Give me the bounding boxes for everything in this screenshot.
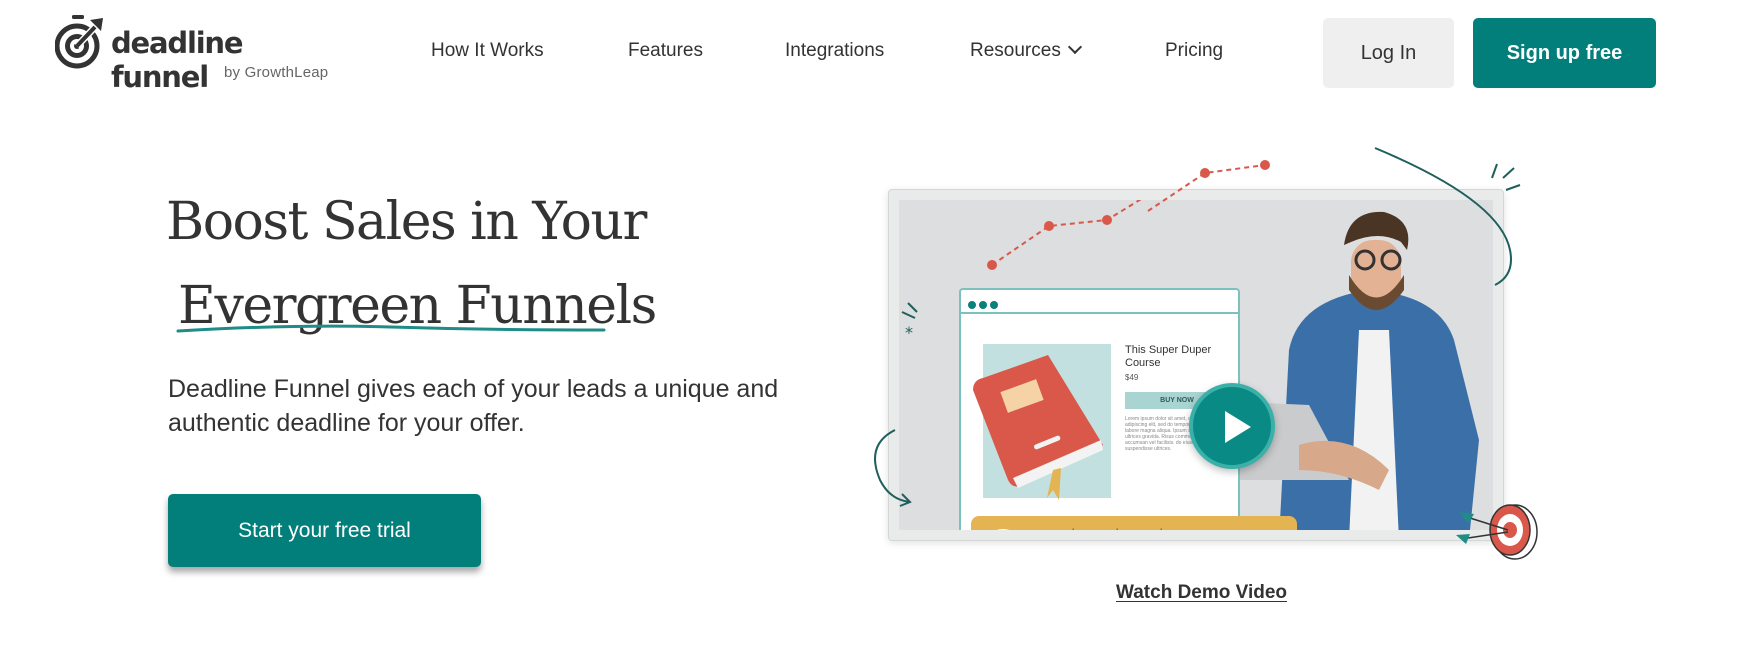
play-icon bbox=[1225, 411, 1251, 443]
countdown-days-value: 03 bbox=[1031, 528, 1063, 530]
countdown-hours-value: 10 bbox=[1077, 528, 1107, 530]
nav-pricing[interactable]: Pricing bbox=[1165, 40, 1223, 62]
start-trial-button[interactable]: Start your free trial bbox=[168, 494, 481, 567]
window-dot bbox=[990, 301, 998, 309]
nav-resources[interactable]: Resources bbox=[970, 39, 1082, 62]
chart-point bbox=[987, 260, 997, 270]
countdown-separator bbox=[1065, 528, 1074, 530]
hero-title-line1: Boost Sales in Your bbox=[166, 192, 647, 252]
logo-wordmark: deadline funnel bbox=[111, 26, 244, 94]
avatar bbox=[984, 529, 1022, 530]
chevron-down-icon bbox=[1067, 39, 1082, 55]
site-header: deadline funnel by GrowthLeap How It Wor… bbox=[0, 0, 1742, 100]
demo-video-illustration[interactable]: This Super Duper Course $49 BUY NOW Lore… bbox=[860, 140, 1560, 570]
countdown-bar: 03 days 10 hrs 32 min 54 sec TRY bbox=[971, 516, 1297, 530]
hero-description: Deadline Funnel gives each of your leads… bbox=[168, 375, 779, 437]
countdown-minutes: 32 min bbox=[1121, 528, 1151, 530]
course-title: This Super Duper Course bbox=[1125, 344, 1212, 369]
watch-demo-link[interactable]: Watch Demo Video bbox=[1116, 582, 1287, 604]
play-video-button[interactable] bbox=[1189, 383, 1275, 469]
book-icon bbox=[973, 355, 1103, 500]
countdown-separator bbox=[1153, 528, 1162, 530]
chart-point bbox=[1044, 221, 1054, 231]
video-frame-inner: This Super Duper Course $49 BUY NOW Lore… bbox=[899, 200, 1493, 530]
browser-titlebar bbox=[961, 290, 1238, 314]
course-price: $49 bbox=[1125, 373, 1139, 382]
stopwatch-target-icon bbox=[55, 15, 103, 69]
countdown-days: 03 days bbox=[1031, 528, 1063, 530]
signup-button[interactable]: Sign up free bbox=[1473, 18, 1656, 88]
countdown-seconds: 54 sec bbox=[1165, 528, 1195, 530]
countdown-seconds-value: 54 bbox=[1165, 528, 1195, 530]
logo-byline: by GrowthLeap bbox=[224, 64, 329, 81]
chart-point bbox=[1200, 168, 1210, 178]
title-underline-decoration bbox=[176, 324, 606, 333]
window-dot bbox=[968, 301, 976, 309]
countdown-hours: 10 hrs bbox=[1077, 528, 1107, 530]
nav-resources-label: Resources bbox=[970, 40, 1061, 61]
countdown-separator bbox=[1109, 528, 1118, 530]
nav-how-it-works[interactable]: How It Works bbox=[431, 40, 544, 62]
nav-integrations[interactable]: Integrations bbox=[785, 40, 884, 62]
window-dot bbox=[979, 301, 987, 309]
video-frame: This Super Duper Course $49 BUY NOW Lore… bbox=[888, 189, 1504, 541]
nav-features[interactable]: Features bbox=[628, 40, 703, 62]
chart-point bbox=[1102, 215, 1112, 225]
logo[interactable]: deadline funnel by GrowthLeap bbox=[55, 14, 345, 94]
countdown-minutes-value: 32 bbox=[1121, 528, 1151, 530]
chart-point bbox=[1260, 160, 1270, 170]
login-button[interactable]: Log In bbox=[1323, 18, 1454, 88]
